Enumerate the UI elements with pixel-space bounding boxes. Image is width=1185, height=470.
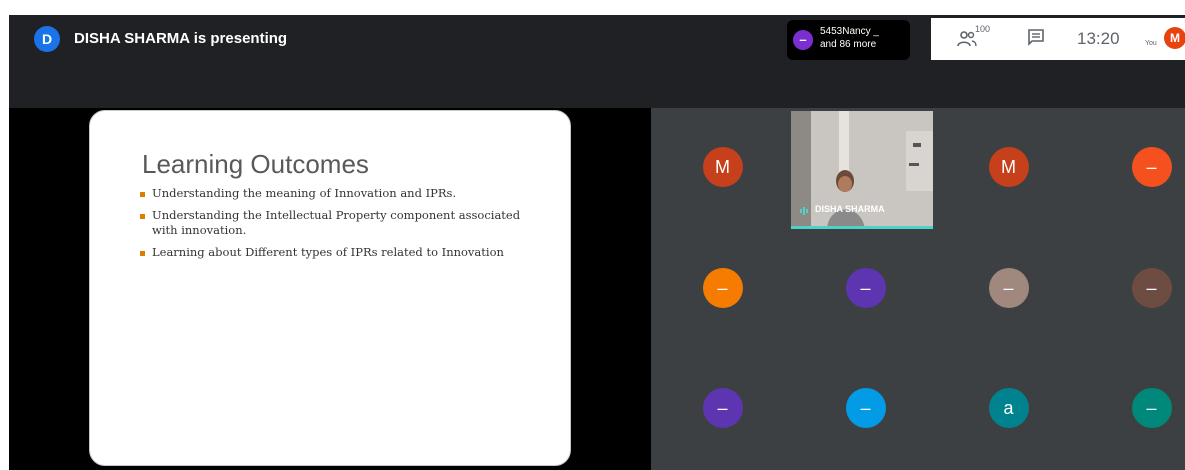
participants-chip-text: 5453Nancy _ and 86 more (820, 25, 879, 51)
participant-avatar: – (793, 30, 813, 50)
presentation-stage: Learning Outcomes Understanding the mean… (9, 108, 651, 470)
participant-avatar: – (1131, 147, 1172, 187)
slide-bullet: Learning about Different types of IPRs r… (138, 245, 538, 260)
chat-icon (1028, 29, 1044, 46)
participant-avatar: – (702, 268, 743, 308)
meeting-controls: 100 13:20 You M (931, 18, 1185, 60)
presenting-banner: DISHA SHARMA is presenting (74, 30, 288, 47)
participant-tile[interactable]: – (937, 229, 1080, 347)
participant-video-tile[interactable]: DISHA SHARMA (791, 111, 933, 229)
participant-avatar: – (1131, 388, 1172, 428)
participant-tile[interactable]: M (651, 108, 794, 226)
participant-grid: M DISHA SHARMA M – – – – – – – a – (651, 108, 1185, 470)
presenter-avatar: D (34, 26, 60, 52)
participant-avatar: – (1131, 268, 1172, 308)
participant-avatar: – (702, 388, 743, 428)
people-count: 100 (975, 24, 991, 34)
participant-avatar: – (845, 268, 886, 308)
participant-avatar: M (988, 147, 1029, 187)
meeting-window: D DISHA SHARMA is presenting – 5453Nancy… (9, 15, 1185, 470)
participant-avatar: – (988, 268, 1029, 308)
participants-chip[interactable]: – 5453Nancy _ and 86 more (787, 20, 910, 60)
participant-tile[interactable]: – (1080, 349, 1185, 467)
participant-tile[interactable]: – (1080, 108, 1185, 226)
self-avatar[interactable]: M (1164, 27, 1185, 49)
participant-tile[interactable]: – (651, 229, 794, 347)
you-label: You (1145, 40, 1157, 47)
participant-avatar: – (845, 388, 886, 428)
slide-bullets: Understanding the meaning of Innovation … (138, 186, 538, 267)
video-tile-name: DISHA SHARMA (815, 204, 885, 214)
participants-chip-line1: 5453Nancy _ (820, 26, 879, 37)
slide-bullet: Understanding the meaning of Innovation … (138, 186, 538, 201)
audio-level-icon (800, 207, 808, 215)
participant-tile[interactable]: M (937, 108, 1080, 226)
slide-title: Learning Outcomes (142, 149, 369, 179)
participant-tile[interactable]: – (794, 229, 937, 347)
people-button[interactable]: 100 (957, 24, 993, 51)
participant-tile[interactable]: – (651, 349, 794, 467)
participant-tile[interactable]: – (794, 349, 937, 467)
clock: 13:20 (1077, 29, 1120, 48)
people-icon (957, 31, 977, 47)
slide-bullet: Understanding the Intellectual Property … (138, 208, 538, 238)
participant-tile[interactable]: a (937, 349, 1080, 467)
chat-button[interactable] (1026, 27, 1048, 49)
top-bar: D DISHA SHARMA is presenting – 5453Nancy… (9, 15, 1185, 65)
participant-tile[interactable]: – (1080, 229, 1185, 347)
participant-avatar: a (988, 388, 1029, 428)
participants-chip-line2: and 86 more (820, 39, 877, 50)
presentation-slide: Learning Outcomes Understanding the mean… (89, 110, 571, 466)
participant-avatar: M (702, 147, 743, 187)
